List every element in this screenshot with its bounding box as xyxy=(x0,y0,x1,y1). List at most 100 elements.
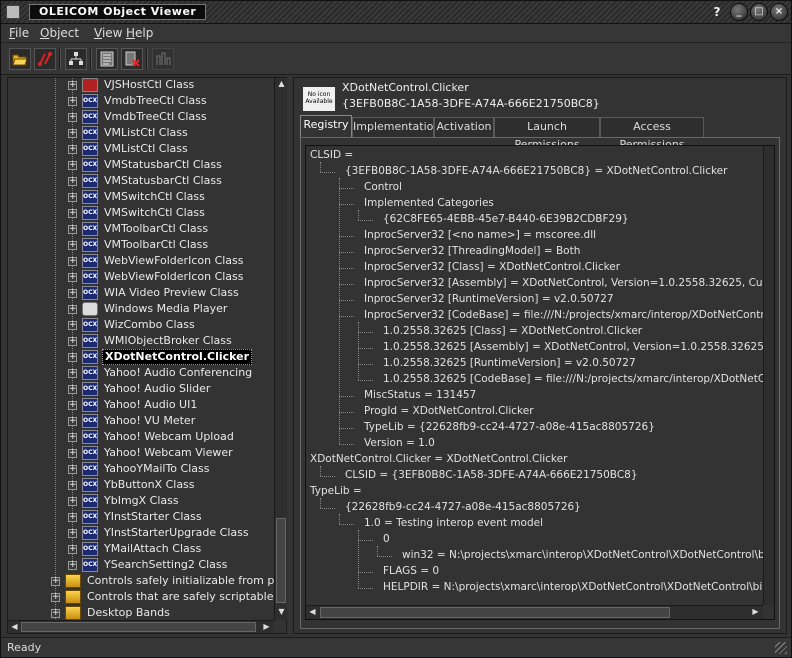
tree-item[interactable]: + OCX VMListCtl Class xyxy=(68,141,190,157)
tree-item[interactable]: + OCX VmdbTreeCtl Class xyxy=(68,93,209,109)
tab-activation[interactable]: Activation xyxy=(434,117,494,137)
scroll-left-icon[interactable]: ◀ xyxy=(8,621,21,634)
tree-item[interactable]: + OCX YInstStarter Class xyxy=(68,509,204,525)
expand-icon[interactable]: + xyxy=(68,400,77,410)
expand-icon[interactable]: + xyxy=(68,320,77,330)
resize-grip-icon[interactable] xyxy=(775,642,787,654)
category-item[interactable]: + Controls safely initializable from pers… xyxy=(51,573,274,589)
tree-item[interactable]: + OCX YMailAttach Class xyxy=(68,541,203,557)
registry-node[interactable]: FLAGS = 0 xyxy=(383,564,439,580)
tree-item[interactable]: + OCX Yahoo! VU Meter xyxy=(68,413,197,429)
tab-implementation[interactable]: Implementation xyxy=(352,117,440,137)
tree-item[interactable]: + OCX YSearchSetting2 Class xyxy=(68,557,229,573)
close-button[interactable]: × xyxy=(770,3,788,21)
expand-icon[interactable]: + xyxy=(68,256,77,266)
expand-icon[interactable]: + xyxy=(68,432,77,442)
bind-button[interactable] xyxy=(34,48,56,70)
registry-node[interactable]: 1.0.2558.32625 [Assembly] = XDotNetContr… xyxy=(383,340,763,356)
tree-item[interactable]: + OCX Yahoo! Webcam Viewer xyxy=(68,445,235,461)
tree-item[interactable]: + OCX Yahoo! Webcam Upload xyxy=(68,429,236,445)
scroll-right-icon[interactable]: ▶ xyxy=(749,606,762,619)
registry-node[interactable]: 0 xyxy=(383,532,390,548)
tree-item[interactable]: + OCX XDotNetControl.Clicker xyxy=(68,349,253,365)
open-folder-button[interactable] xyxy=(9,48,31,70)
tree-item[interactable]: + OCX VMSwitchCtl Class xyxy=(68,189,207,205)
menu-file[interactable]: File xyxy=(9,26,29,40)
expand-icon[interactable]: + xyxy=(68,464,77,474)
tree-vertical-scrollbar[interactable]: ▲ ▼ xyxy=(274,78,287,620)
registry-node[interactable]: TypeLib = {22628fb9-cc24-4727-a08e-415ac… xyxy=(364,420,655,436)
menu-help[interactable]: Help xyxy=(126,26,153,40)
tab-registry[interactable]: Registry xyxy=(300,115,352,138)
registry-node[interactable]: Version = 1.0 xyxy=(364,436,435,452)
registry-node[interactable]: CLSID = {3EFB0B8C-1A58-3DFE-A74A-666E217… xyxy=(345,468,638,484)
tree-item[interactable]: + OCX Yahoo! Audio UI1 xyxy=(68,397,199,413)
tree-item[interactable]: + OCX VMStatusbarCtl Class xyxy=(68,173,224,189)
tab-launch-permissions[interactable]: Launch Permissions xyxy=(494,117,600,151)
scroll-thumb[interactable] xyxy=(276,518,286,603)
registry-node[interactable]: InprocServer32 [CodeBase] = file:///N:/p… xyxy=(364,308,763,324)
expand-icon[interactable]: + xyxy=(68,128,77,138)
expand-icon[interactable]: + xyxy=(51,592,60,602)
registry-node[interactable]: 1.0.2558.32625 [RuntimeVersion] = v2.0.5… xyxy=(383,356,636,372)
expand-icon[interactable]: + xyxy=(68,80,77,90)
registry-node[interactable]: ProgId = XDotNetControl.Clicker xyxy=(364,404,534,420)
tree-item[interactable]: + OCX WMIObjectBroker Class xyxy=(68,333,234,349)
registry-node[interactable]: Implemented Categories xyxy=(364,196,494,212)
expand-icon[interactable]: + xyxy=(68,544,77,554)
category-item[interactable]: + Controls that are safely scriptable xyxy=(51,589,274,605)
tree-item[interactable]: + Windows Media Player xyxy=(68,301,229,317)
expand-icon[interactable]: + xyxy=(68,144,77,154)
expand-icon[interactable]: + xyxy=(68,480,77,490)
expand-icon[interactable]: + xyxy=(68,528,77,538)
registry-node[interactable]: InprocServer32 [RuntimeVersion] = v2.0.5… xyxy=(364,292,614,308)
registry-tree[interactable]: CLSID = {3EFB0B8C-1A58-3DFE-A74A-666E2175… xyxy=(305,145,775,620)
tree-item[interactable]: + OCX Yahoo! Audio Conferencing xyxy=(68,365,254,381)
tree-item[interactable]: + OCX Yahoo! Audio Slider xyxy=(68,381,212,397)
menu-object[interactable]: Object xyxy=(40,26,79,40)
registry-node[interactable]: InprocServer32 [Class] = XDotNetControl.… xyxy=(364,260,620,276)
tree-item[interactable]: + OCX YbButtonX Class xyxy=(68,477,197,493)
expand-icon[interactable]: + xyxy=(68,240,77,250)
tree-item[interactable]: + OCX YInstStarterUpgrade Class xyxy=(68,525,251,541)
expand-icon[interactable]: + xyxy=(68,192,77,202)
type-info-button[interactable] xyxy=(152,48,174,70)
expand-icon[interactable]: + xyxy=(51,576,60,586)
registry-node[interactable]: win32 = N:\projects\xmarc\interop\XDotNe… xyxy=(402,548,763,564)
expand-icon[interactable]: + xyxy=(68,304,77,314)
help-icon[interactable]: ? xyxy=(709,4,725,20)
registry-node[interactable]: CLSID = xyxy=(310,148,353,164)
scroll-right-icon[interactable]: ▶ xyxy=(260,621,273,634)
category-item[interactable]: + Desktop Bands xyxy=(51,605,172,620)
expand-icon[interactable]: + xyxy=(68,224,77,234)
registry-node[interactable]: InprocServer32 [Assembly] = XDotNetContr… xyxy=(364,276,763,292)
expand-icon[interactable]: + xyxy=(68,160,77,170)
expand-icon[interactable]: + xyxy=(68,416,77,426)
expand-icon[interactable]: + xyxy=(68,512,77,522)
tree-item[interactable]: + OCX VMListCtl Class xyxy=(68,125,190,141)
unbind-button[interactable] xyxy=(121,48,143,70)
registry-node[interactable]: InprocServer32 [ThreadingModel] = Both xyxy=(364,244,580,260)
tree-item[interactable]: + OCX VMStatusbarCtl Class xyxy=(68,157,224,173)
scroll-up-icon[interactable]: ▲ xyxy=(275,78,288,91)
registry-node[interactable]: HELPDIR = N:\projects\xmarc\interop\XDot… xyxy=(383,580,763,596)
expand-icon[interactable]: + xyxy=(68,368,77,378)
tab-access-permissions[interactable]: Access Permissions xyxy=(600,117,704,151)
expand-icon[interactable]: + xyxy=(51,608,60,618)
tree-item[interactable]: + OCX WebViewFolderIcon Class xyxy=(68,269,246,285)
hierarchy-button[interactable] xyxy=(65,48,87,70)
object-tree[interactable]: + VJSHostCtl Class + OCX VmdbTreeCtl Class + O… xyxy=(7,77,287,634)
expand-icon[interactable]: + xyxy=(68,112,77,122)
expand-icon[interactable]: + xyxy=(68,560,77,570)
expand-icon[interactable]: + xyxy=(68,96,77,106)
registry-node[interactable]: InprocServer32 [<no name>] = mscoree.dll xyxy=(364,228,596,244)
tree-item[interactable]: + OCX YbImgX Class xyxy=(68,493,181,509)
expand-icon[interactable]: + xyxy=(68,352,77,362)
expand-icon[interactable]: + xyxy=(68,384,77,394)
registry-node[interactable]: 1.0.2558.32625 [Class] = XDotNetControl.… xyxy=(383,324,642,340)
tree-item[interactable]: + OCX YahooYMailTo Class xyxy=(68,461,211,477)
registry-node[interactable]: 1.0 = Testing interop event model xyxy=(364,516,543,532)
scroll-thumb[interactable] xyxy=(320,607,670,618)
registry-node[interactable]: Control xyxy=(364,180,402,196)
tree-item[interactable]: + OCX VMToolbarCtl Class xyxy=(68,221,210,237)
